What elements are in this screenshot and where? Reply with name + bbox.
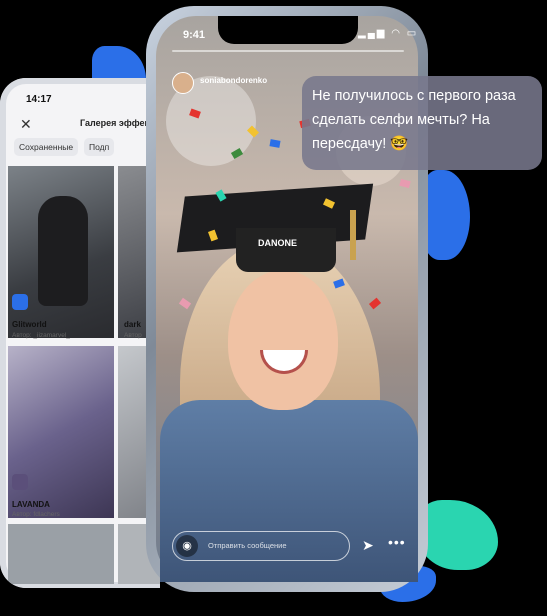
- story-username[interactable]: soniabondorenko: [200, 76, 267, 85]
- tile-name: LAVANDA: [12, 500, 50, 509]
- lavanda-icon: [12, 474, 28, 490]
- gallery-status-time: 14:17: [26, 94, 52, 105]
- tile-author: Автор: [124, 332, 142, 339]
- tile-author: Автор: fdlachers: [12, 511, 60, 518]
- woman-photo: [38, 196, 88, 306]
- glitworld-icon: [12, 294, 28, 310]
- effect-tile-glitworld[interactable]: [8, 166, 114, 338]
- confetti: [269, 139, 281, 148]
- tile-name: dark: [124, 320, 141, 329]
- smiling-face: [228, 270, 338, 410]
- avatar[interactable]: [172, 72, 194, 94]
- teal-blob-bottom: [418, 500, 498, 570]
- close-icon[interactable]: ✕: [20, 116, 32, 133]
- cap-tassel: [350, 210, 356, 260]
- tab-subscriptions[interactable]: Подп: [84, 138, 115, 156]
- tile-name: Glitworld: [12, 320, 47, 329]
- gallery-title: Галерея эффек: [80, 118, 149, 128]
- tab-saved[interactable]: Сохраненные: [14, 138, 79, 156]
- more-icon[interactable]: •••: [388, 534, 406, 550]
- story-progress: [172, 50, 404, 52]
- caption-bubble: Не получилось с первого раза сделать сел…: [302, 76, 542, 170]
- story-status-time: 9:41: [183, 29, 206, 41]
- send-icon[interactable]: ➤: [362, 537, 374, 554]
- effect-tile-lavanda[interactable]: [8, 346, 114, 518]
- cap-base: [236, 228, 336, 272]
- cap-logo: DANONE: [258, 238, 298, 248]
- tile-author: Автор: _iizamarvel_: [12, 332, 70, 339]
- notch: [218, 16, 358, 44]
- effects-gallery-phone: 14:17 ✕ Галерея эффек Сохраненные Подп G…: [0, 78, 160, 588]
- effect-tile-5[interactable]: [8, 524, 114, 584]
- signal-wifi-battery-icon: ▂▄▆ ◠ ▭: [358, 28, 419, 39]
- camera-icon[interactable]: ◉: [176, 535, 198, 557]
- message-placeholder: Отправить сообщение: [208, 541, 287, 550]
